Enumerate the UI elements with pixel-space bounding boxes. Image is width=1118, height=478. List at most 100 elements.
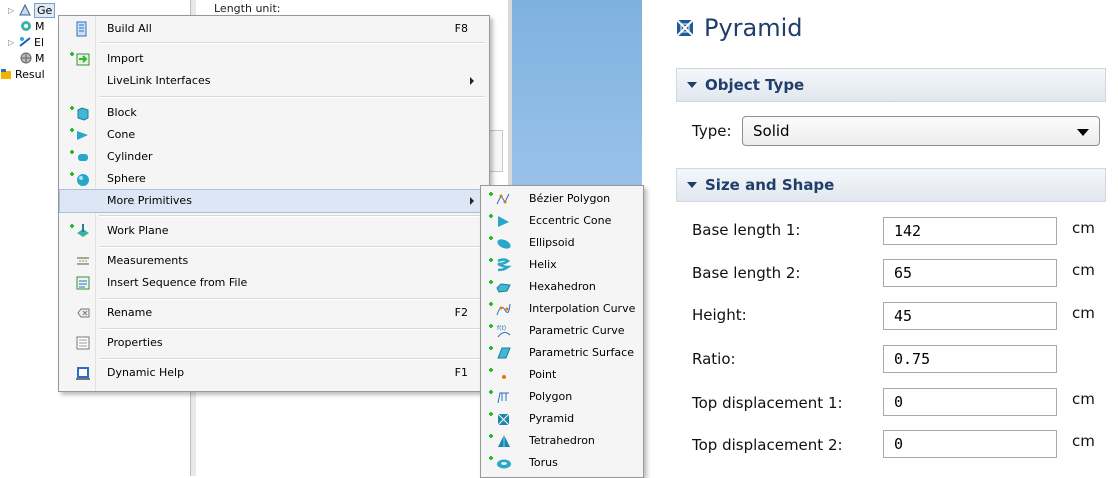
ratio-field[interactable]: 0.75 — [883, 345, 1057, 373]
top-displacement-1-unit: cm — [1072, 390, 1095, 408]
sphere-icon — [70, 172, 89, 186]
materials-icon — [21, 21, 31, 31]
expand-icon[interactable]: ▷ — [8, 38, 16, 47]
base-length-2-field[interactable]: 65 — [883, 259, 1057, 287]
submenu-item-label: Ellipsoid — [529, 236, 575, 249]
torus-icon — [489, 456, 511, 469]
length-unit-label: Length unit: — [214, 2, 281, 15]
menu-separator — [99, 96, 485, 98]
submenu-item-point[interactable]: Point — [482, 364, 642, 386]
submenu-item-label: Tetrahedron — [529, 434, 595, 447]
height-unit: cm — [1072, 304, 1095, 322]
base-length-2-label: Base length 2: — [692, 264, 801, 282]
submenu-item-label: Parametric Curve — [529, 324, 625, 337]
ellipsoid-icon — [489, 236, 511, 249]
submenu-item-label: Bézier Polygon — [529, 192, 611, 205]
work-plane-icon — [70, 224, 89, 237]
menu-item-build-all[interactable]: Build All F8 — [60, 18, 488, 40]
height-field[interactable]: 45 — [883, 302, 1057, 330]
interpolation-curve-icon — [489, 302, 511, 316]
base-length-2-unit: cm — [1072, 261, 1095, 279]
submenu-item-polygon[interactable]: Polygon — [482, 386, 642, 408]
pyramid-icon — [489, 412, 510, 426]
menu-item-label: Block — [107, 106, 137, 119]
menu-item-label: Import — [107, 52, 144, 65]
submenu-item-eccentric-cone[interactable]: Eccentric Cone — [482, 210, 642, 232]
base-length-1-field[interactable]: 142 — [883, 217, 1057, 245]
menu-separator — [99, 358, 485, 360]
menu-item-shortcut: F1 — [454, 366, 468, 379]
menu-item-insert-sequence[interactable]: Insert Sequence from File — [60, 272, 488, 294]
menu-separator — [99, 215, 485, 217]
submenu-item-torus[interactable]: Torus — [482, 452, 642, 474]
menu-item-label: Properties — [107, 336, 163, 349]
menu-separator — [99, 42, 485, 44]
tree-item-label: Ge — [34, 2, 56, 18]
tree-item-label: M — [35, 19, 45, 33]
menu-item-livelink-interfaces[interactable]: LiveLink Interfaces — [60, 70, 488, 92]
top-displacement-2-field[interactable]: 0 — [883, 430, 1057, 458]
menu-item-sphere[interactable]: Sphere — [60, 168, 488, 190]
tree-item-mesh[interactable]: M — [20, 50, 45, 66]
submenu-item-pyramid[interactable]: Pyramid — [482, 408, 642, 430]
tree-item-electrostatics[interactable]: ▷ El — [8, 34, 44, 50]
submenu-item-parametric-curve[interactable]: f(t) Parametric Curve — [482, 320, 642, 342]
tree-item-label: Resul — [15, 67, 45, 81]
ratio-label: Ratio: — [692, 350, 736, 368]
tree-item-results[interactable]: Resul — [0, 66, 45, 82]
menu-item-cylinder[interactable]: Cylinder — [60, 146, 488, 168]
menu-item-properties[interactable]: Properties — [60, 332, 488, 354]
section-header-size-and-shape[interactable]: Size and Shape — [676, 168, 1106, 202]
results-icon — [1, 69, 11, 79]
menu-item-import[interactable]: Import — [60, 48, 488, 70]
submenu-item-helix[interactable]: Helix — [482, 254, 642, 276]
top-displacement-1-label: Top displacement 1: — [692, 394, 843, 412]
menu-item-block[interactable]: Block — [60, 102, 488, 124]
tree-item-label: El — [34, 35, 45, 49]
submenu-item-hexahedron[interactable]: Hexahedron — [482, 276, 642, 298]
submenu-item-ellipsoid[interactable]: Ellipsoid — [482, 232, 642, 254]
svg-text:f(t): f(t) — [497, 325, 506, 332]
menu-item-shortcut: F2 — [454, 306, 468, 319]
menu-item-label: Dynamic Help — [107, 366, 185, 379]
cone-icon — [70, 128, 88, 140]
menu-item-shortcut: F8 — [454, 22, 468, 35]
menu-item-rename[interactable]: Rename F2 — [60, 302, 488, 324]
section-title: Size and Shape — [705, 176, 835, 194]
submenu-item-label: Polygon — [529, 390, 573, 403]
menu-item-label: Cylinder — [107, 150, 153, 163]
insert-sequence-icon — [76, 276, 90, 290]
top-displacement-1-field[interactable]: 0 — [883, 388, 1057, 416]
submenu-item-label: Point — [529, 368, 557, 381]
menu-item-work-plane[interactable]: Work Plane — [60, 220, 488, 242]
eccentric-cone-icon — [489, 214, 509, 227]
submenu-item-tetrahedron[interactable]: Tetrahedron — [482, 430, 642, 452]
menu-item-dynamic-help[interactable]: Dynamic Help F1 — [60, 362, 488, 384]
height-label: Height: — [692, 306, 747, 324]
build-all-icon — [76, 21, 87, 37]
menu-separator — [99, 328, 485, 330]
top-displacement-2-unit: cm — [1072, 432, 1095, 450]
hexahedron-icon — [489, 280, 511, 293]
submenu-arrow-icon — [470, 197, 474, 205]
base-length-1-label: Base length 1: — [692, 221, 801, 239]
polygon-icon — [489, 390, 509, 404]
submenu-item-interpolation-curve[interactable]: Interpolation Curve — [482, 298, 642, 320]
menu-item-cone[interactable]: Cone — [60, 124, 488, 146]
menu-item-more-primitives[interactable]: More Primitives — [59, 189, 489, 213]
type-select-value: Solid — [753, 122, 790, 140]
menu-item-measurements[interactable]: Measurements — [60, 250, 488, 272]
expand-icon[interactable]: ▷ — [8, 6, 16, 15]
submenu-item-parametric-surface[interactable]: Parametric Surface — [482, 342, 642, 364]
type-select[interactable]: Solid — [742, 116, 1100, 146]
dropdown-arrow-icon[interactable] — [1077, 129, 1089, 136]
parametric-curve-icon: f(t) — [489, 324, 511, 338]
tree-item-materials[interactable]: M — [20, 18, 45, 34]
submenu-item-bezier-polygon[interactable]: Bézier Polygon — [482, 188, 642, 210]
section-title: Object Type — [705, 76, 805, 94]
rename-icon — [77, 308, 90, 318]
block-icon — [70, 106, 89, 121]
electrostatics-icon — [19, 37, 31, 47]
tree-item-geometry[interactable]: ▷ Ge — [8, 2, 56, 18]
section-header-object-type[interactable]: Object Type — [676, 68, 1106, 102]
